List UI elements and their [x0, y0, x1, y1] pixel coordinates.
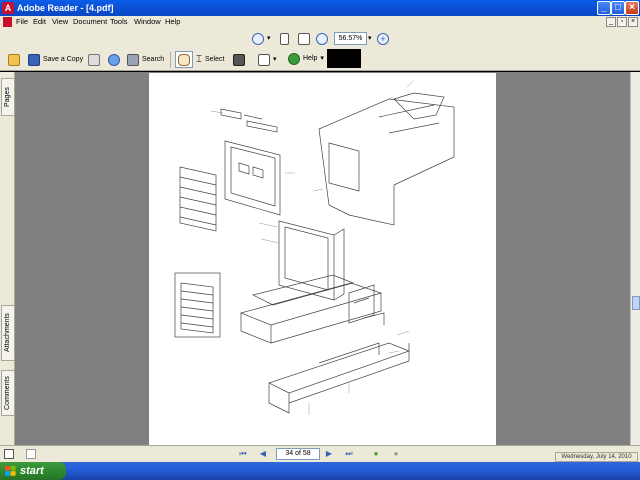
doc-minimize-button[interactable]: _ [606, 17, 616, 27]
globe-mail-icon [108, 54, 120, 66]
snapshot-button[interactable] [233, 52, 245, 68]
menu-tools[interactable]: Tools [110, 17, 128, 27]
hand-tool-button[interactable] [175, 51, 193, 68]
page-view-icon[interactable] [4, 449, 14, 459]
email-button[interactable] [108, 52, 120, 68]
previous-page-button[interactable]: ◀ [258, 449, 268, 459]
plus-icon: + [377, 33, 389, 45]
status-bar: ⏮ ◀ 34 of 58 ▶ ⏭ ● ● [0, 445, 640, 462]
tab-pages[interactable]: Pages [1, 78, 14, 116]
menu-help[interactable]: Help [165, 17, 180, 27]
first-page-button[interactable]: ⏮ [238, 449, 248, 459]
binoculars-icon [127, 54, 139, 66]
close-button[interactable]: × [625, 1, 639, 15]
fit-page-icon [280, 33, 289, 45]
go-forward-button[interactable]: ● [391, 449, 401, 459]
menu-view[interactable]: View [52, 17, 68, 27]
document-viewport [15, 72, 630, 445]
select-tool-button[interactable]: ⌶ Select [196, 52, 224, 68]
zoom-out-button[interactable] [316, 31, 328, 47]
camera-icon [233, 54, 245, 66]
zoom-in-tool-button[interactable]: ▾ [252, 31, 271, 47]
go-back-button[interactable]: ● [371, 449, 381, 459]
menu-window[interactable]: Window [134, 17, 161, 27]
menu-document[interactable]: Document [73, 17, 107, 27]
navigation-pane: Pages Attachments Comments [0, 72, 15, 445]
zoom-dropdown[interactable]: ▾ [368, 31, 372, 47]
layout-icon[interactable] [26, 449, 36, 459]
chevron-down-icon: ▾ [267, 35, 271, 42]
fit-width-button[interactable] [298, 31, 310, 47]
page-tools-button[interactable]: ▾ [258, 52, 277, 68]
chevron-down-icon: ▾ [273, 56, 277, 63]
maximize-button[interactable]: □ [611, 1, 625, 15]
floppy-disk-icon [28, 54, 40, 66]
tab-attachments[interactable]: Attachments [1, 305, 14, 361]
folder-open-icon [8, 54, 20, 66]
chevron-down-icon: ▾ [320, 55, 324, 62]
document-icon[interactable] [3, 17, 12, 27]
window-title: Adobe Reader - [4.pdf] [17, 3, 114, 13]
select-label: Select [205, 56, 225, 63]
pdf-page [149, 73, 496, 445]
help-label: Help [303, 55, 318, 62]
cursor-icon: ⌶ [196, 54, 202, 65]
search-box[interactable] [327, 49, 361, 68]
vertical-scrollbar[interactable] [630, 72, 640, 445]
menu-bar: File Edit View Document Tools Window Hel… [0, 16, 640, 28]
minimize-button[interactable]: _ [597, 1, 611, 15]
menu-edit[interactable]: Edit [33, 17, 46, 27]
doc-close-button[interactable]: × [628, 17, 638, 27]
zoom-plus-button[interactable]: + [377, 31, 389, 47]
windows-logo-icon [5, 466, 16, 476]
chevron-down-icon: ▾ [368, 35, 372, 42]
zoom-magnifier-icon [252, 33, 264, 45]
search-button[interactable]: Search [127, 52, 164, 68]
toolbar-separator [170, 52, 171, 68]
page-icon [258, 54, 270, 66]
start-button[interactable]: start [0, 462, 66, 480]
doc-restore-button[interactable]: ▫ [617, 17, 627, 27]
exploded-parts-drawing [174, 80, 455, 415]
help-button[interactable]: Help ▾ [288, 51, 324, 67]
last-page-button[interactable]: ⏭ [344, 449, 354, 459]
toolbar: ▾ 56.57% ▾ + Save a Copy Search ⌶ Select [0, 28, 640, 71]
page-number-field[interactable]: 34 of 58 [276, 448, 320, 460]
open-button[interactable] [8, 52, 20, 68]
zoom-out-icon [316, 33, 328, 45]
print-button[interactable] [88, 52, 100, 68]
next-page-button[interactable]: ▶ [324, 449, 334, 459]
save-a-copy-label: Save a Copy [43, 56, 84, 63]
printer-icon [88, 54, 100, 66]
tab-comments[interactable]: Comments [1, 370, 14, 416]
menu-file[interactable]: File [16, 17, 28, 27]
adobe-reader-icon: A [2, 2, 14, 14]
fit-page-button[interactable] [280, 31, 289, 47]
hand-icon [178, 53, 190, 66]
search-label: Search [142, 56, 165, 63]
scrollbar-thumb[interactable] [632, 296, 640, 310]
help-question-icon [288, 53, 300, 65]
title-bar: A Adobe Reader - [4.pdf] _ □ × [0, 0, 640, 16]
taskbar: start [0, 462, 640, 480]
save-a-copy-button[interactable]: Save a Copy [28, 52, 83, 68]
tray-date: Wednesday, July 14, 2010 [555, 452, 638, 462]
start-label: start [20, 465, 44, 477]
fit-width-icon [298, 33, 310, 45]
zoom-level-field[interactable]: 56.57% [334, 32, 367, 45]
